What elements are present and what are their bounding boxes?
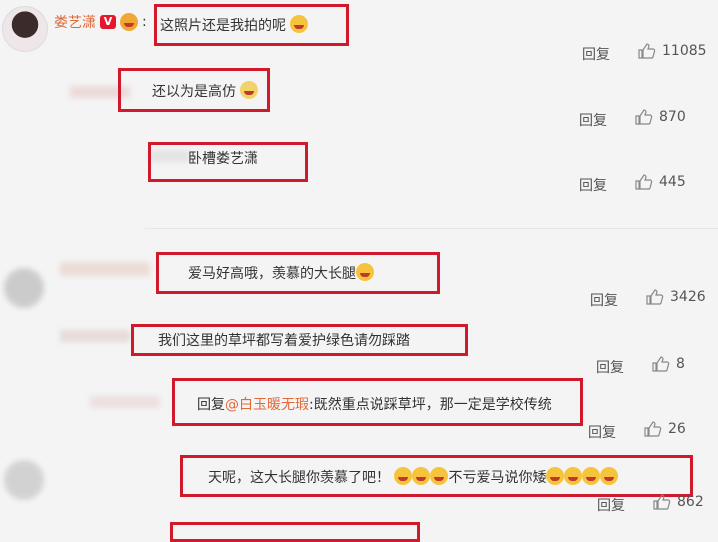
like-button[interactable]: 862 [653,494,704,510]
heart-eyes-emoji-icon [430,467,449,485]
divider [145,228,718,229]
verified-badge: V [100,15,116,29]
tongue-emoji-icon [290,15,309,33]
reply-button[interactable]: 回复 [588,422,616,442]
like-count: 11085 [662,43,707,59]
like-count: 26 [668,421,686,437]
reply-button[interactable]: 回复 [579,175,607,195]
username[interactable]: 娄艺潇 [54,12,96,32]
like-button[interactable]: 3426 [646,289,706,305]
thumbs-up-icon [653,494,671,510]
doge-emoji-icon [240,81,259,99]
comment-text: 回复@白玉暖无瑕:既然重点说踩草坪，那一定是学校传统 [197,397,552,413]
comment-header: 娄艺潇 V : [54,12,147,32]
thumbs-up-icon [635,109,653,125]
reply-button[interactable]: 回复 [597,495,625,515]
heart-eyes-emoji-icon [394,467,413,485]
mention-link[interactable]: @白玉暖无瑕 [225,397,309,413]
heart-eyes-emoji-icon [412,467,431,485]
reply-button[interactable]: 回复 [579,110,607,130]
like-count: 870 [659,109,686,125]
comment-text: 爱马好高哦，羡慕的大长腿 [188,263,374,283]
laugh-cry-emoji-icon [564,467,583,485]
like-count: 445 [659,174,686,190]
like-button[interactable]: 11085 [638,43,707,59]
like-count: 862 [677,494,704,510]
laugh-cry-emoji-icon [546,467,565,485]
thumbs-up-icon [635,174,653,190]
reply-button[interactable]: 回复 [590,290,618,310]
avatar[interactable] [2,6,48,52]
comment-text: 这照片还是我拍的呢 [160,15,309,35]
like-button[interactable]: 870 [635,109,686,125]
like-button[interactable]: 8 [652,356,685,372]
thumbs-up-icon [652,356,670,372]
thumbs-up-icon [646,289,664,305]
comment-text: 卧槽娄艺潇 [188,151,258,167]
comment-text: 天呢，这大长腿你羡慕了吧！ 不亏爱马说你矮 [208,467,619,487]
highlight-box [170,522,420,542]
reply-button[interactable]: 回复 [596,357,624,377]
comment-text: 我们这里的草坪都写着爱护绿色请勿踩踏 [158,333,410,349]
thumbs-up-icon [638,43,656,59]
blurred-username [90,396,160,408]
shocked-emoji-icon [356,263,374,281]
laugh-cry-emoji-icon [582,467,601,485]
like-count: 3426 [670,289,706,305]
thumbs-up-icon [644,421,662,437]
laugh-cry-emoji-icon [600,467,619,485]
like-button[interactable]: 445 [635,174,686,190]
emoji-icon [120,13,138,31]
comment-text: 还以为是高仿 [152,81,259,101]
blurred-username [60,330,130,342]
reply-button[interactable]: 回复 [582,44,610,64]
blurred-avatar [4,268,44,308]
blurred-avatar [4,460,44,500]
like-count: 8 [676,356,685,372]
blurred-username [60,262,150,276]
like-button[interactable]: 26 [644,421,686,437]
